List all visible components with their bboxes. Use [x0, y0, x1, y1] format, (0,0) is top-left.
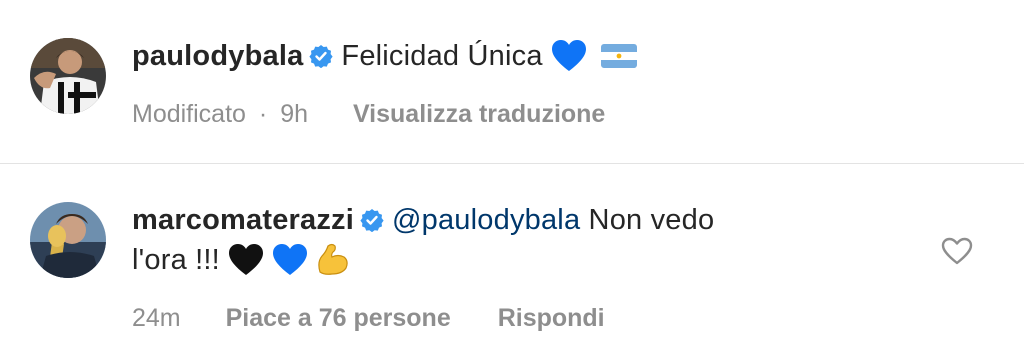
argentina-flag-icon	[600, 44, 637, 68]
avatar[interactable]	[30, 202, 106, 278]
view-translation-button[interactable]: Visualizza traduzione	[353, 100, 605, 129]
heart-like-icon[interactable]	[940, 236, 974, 266]
black-heart-icon	[228, 244, 263, 275]
timestamp: 24m	[132, 304, 181, 332]
avatar[interactable]	[30, 38, 106, 114]
edited-label: Modificato	[132, 100, 246, 128]
comment-text-line1: Non vedo	[588, 204, 715, 236]
verified-badge-icon	[309, 45, 334, 68]
verified-badge-icon	[360, 209, 384, 232]
blue-heart-icon	[551, 40, 586, 71]
mention-link[interactable]: @paulodybala	[392, 204, 580, 236]
reply-button[interactable]: Rispondi	[498, 304, 605, 333]
comment-marcomaterazzi: marcomaterazzi @paulodybala Non vedo l'o…	[0, 164, 1024, 361]
meta-separator: ·	[258, 100, 268, 128]
blue-heart-icon	[272, 244, 307, 275]
comment-text: Felicidad Única	[341, 40, 543, 72]
likes-count[interactable]: Piace a 76 persone	[226, 304, 451, 333]
username[interactable]: paulodybala	[132, 40, 303, 72]
comment-text-line2: l'ora !!!	[132, 244, 220, 276]
flexed-biceps-icon	[318, 243, 348, 275]
timestamp: 9h	[280, 100, 308, 128]
comment-paulodybala: paulodybala Felicidad Única Modificato ·…	[0, 0, 1024, 163]
username[interactable]: marcomaterazzi	[132, 204, 354, 236]
